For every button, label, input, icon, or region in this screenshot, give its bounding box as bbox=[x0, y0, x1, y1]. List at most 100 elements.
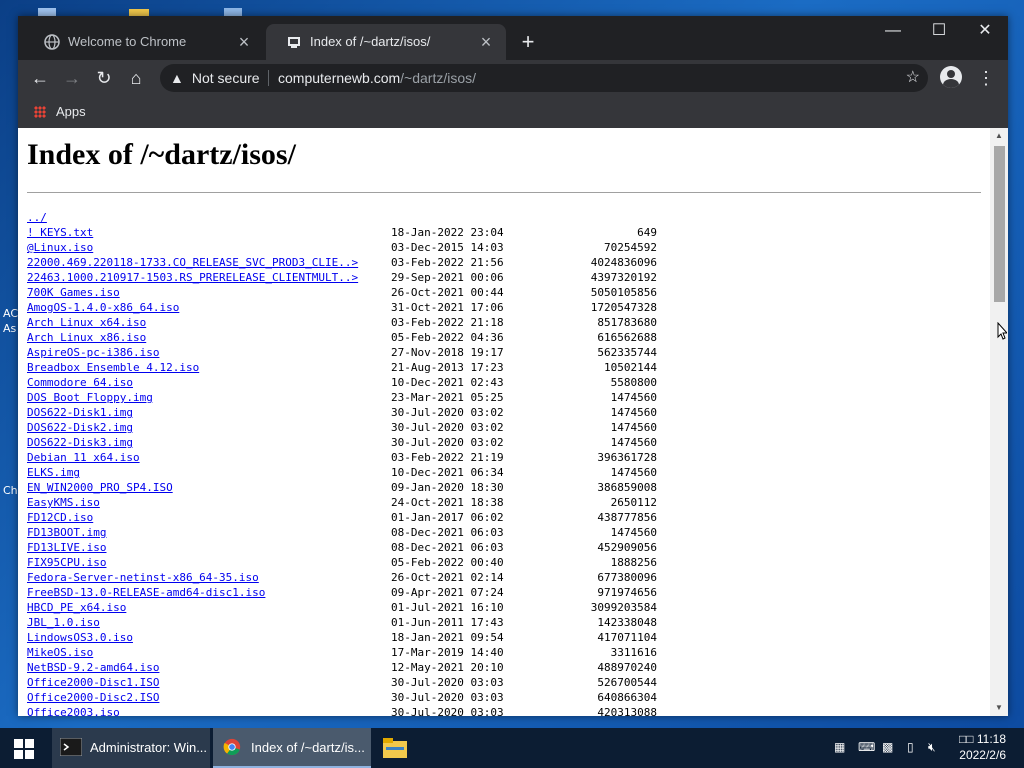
home-button[interactable]: ⌂ bbox=[122, 64, 150, 92]
maximize-button[interactable]: ☐ bbox=[916, 16, 962, 46]
scroll-down-arrow-icon[interactable]: ▼ bbox=[990, 700, 1008, 716]
file-size: 616562688 bbox=[597, 331, 657, 344]
file-date: 18-Jan-2021 09:54 bbox=[391, 631, 504, 644]
file-link[interactable]: Arch Linux x64.iso bbox=[27, 315, 146, 330]
file-size: 488970240 bbox=[597, 661, 657, 674]
url-text[interactable]: computernewb.com/~dartz/isos/ bbox=[278, 64, 476, 92]
file-link[interactable]: 700K Games.iso bbox=[27, 285, 120, 300]
file-link[interactable]: NetBSD-9.2-amd64.iso bbox=[27, 660, 159, 675]
file-date: 05-Feb-2022 00:40 bbox=[391, 556, 504, 569]
file-date: 23-Mar-2021 05:25 bbox=[391, 391, 504, 404]
file-link[interactable]: AmogOS-1.4.0-x86_64.iso bbox=[27, 300, 179, 315]
clock-date: 2022/2/6 bbox=[959, 748, 1006, 762]
file-link[interactable]: Debian 11 x64.iso bbox=[27, 450, 140, 465]
file-link[interactable]: Commodore 64.iso bbox=[27, 375, 133, 390]
file-link[interactable]: EasyKMS.iso bbox=[27, 495, 100, 510]
file-date: 30-Jul-2020 03:02 bbox=[391, 421, 504, 434]
keyboard-icon[interactable]: ⌨ bbox=[858, 740, 875, 754]
file-link[interactable]: FIX95CPU.iso bbox=[27, 555, 106, 570]
apps-grid-icon bbox=[34, 105, 46, 118]
file-size: 5580800 bbox=[610, 376, 657, 389]
file-date: 24-Oct-2021 18:38 bbox=[391, 496, 504, 509]
start-button[interactable] bbox=[0, 728, 48, 768]
file-date: 30-Jul-2020 03:03 bbox=[391, 676, 504, 689]
minimize-button[interactable]: — bbox=[870, 16, 916, 46]
file-link[interactable]: @Linux.iso bbox=[27, 240, 93, 255]
file-date: 08-Dec-2021 06:03 bbox=[391, 526, 504, 539]
file-link[interactable]: Fedora-Server-netinst-x86_64-35.iso bbox=[27, 570, 259, 585]
file-link[interactable]: JBL_1.0.iso bbox=[27, 615, 100, 630]
bookmark-star-icon[interactable]: ☆ bbox=[906, 64, 920, 92]
file-size: 10502144 bbox=[604, 361, 657, 374]
file-link[interactable]: AspireOS-pc-i386.iso bbox=[27, 345, 159, 360]
scroll-up-arrow-icon[interactable]: ▲ bbox=[990, 128, 1008, 144]
file-link[interactable]: LindowsOS3.0.iso bbox=[27, 630, 133, 645]
file-link[interactable]: Office2000-Disc1.ISO bbox=[27, 675, 159, 690]
file-link[interactable]: HBCD_PE_x64.iso bbox=[27, 600, 126, 615]
volume-muted-icon[interactable]: 🔇︎ bbox=[928, 740, 936, 755]
terminal-icon bbox=[60, 738, 82, 756]
file-link[interactable]: FD13LIVE.iso bbox=[27, 540, 106, 555]
close-tab-icon[interactable]: × bbox=[236, 24, 252, 60]
desktop-label-fragment: As bbox=[3, 322, 17, 335]
file-link[interactable]: ! KEYS.txt bbox=[27, 225, 93, 240]
file-date: 09-Jan-2020 18:30 bbox=[391, 481, 504, 494]
usb-icon[interactable]: ▯ bbox=[907, 740, 914, 754]
file-size: 1720547328 bbox=[590, 301, 657, 314]
file-link[interactable]: ELKS.img bbox=[27, 465, 80, 480]
profile-avatar-icon[interactable] bbox=[940, 66, 962, 88]
file-size: 70254592 bbox=[604, 241, 657, 254]
security-indicator[interactable]: ▲ Not secure bbox=[170, 64, 260, 92]
forward-button[interactable]: → bbox=[58, 64, 86, 92]
file-link[interactable]: Office2000-Disc2.ISO bbox=[27, 690, 159, 705]
file-link[interactable]: FreeBSD-13.0-RELEASE-amd64-disc1.iso bbox=[27, 585, 265, 600]
file-link[interactable]: 22463.1000.210917-1503.RS_PRERELEASE_CLI… bbox=[27, 270, 358, 285]
mouse-cursor-icon bbox=[997, 322, 1007, 340]
file-date: 18-Jan-2022 23:04 bbox=[391, 226, 504, 239]
file-date: 30-Jul-2020 03:03 bbox=[391, 706, 504, 716]
tab-welcome[interactable]: Welcome to Chrome × bbox=[24, 24, 264, 60]
reload-button[interactable]: ↻ bbox=[90, 64, 118, 92]
file-link[interactable]: Office2003.iso bbox=[27, 705, 120, 716]
clock-time: □□ 11:18 bbox=[959, 732, 1006, 746]
file-link[interactable]: DOS622-Disk2.img bbox=[27, 420, 133, 435]
security-label: Not secure bbox=[191, 70, 260, 86]
network-icon[interactable]: ▦ bbox=[834, 740, 845, 754]
file-link[interactable]: FD13BOOT.img bbox=[27, 525, 106, 540]
omnibox-separator bbox=[268, 70, 269, 86]
tab-title: Index of /~dartz/isos/ bbox=[310, 34, 431, 49]
file-link[interactable]: 22000.469.220118-1733.CO_RELEASE_SVC_PRO… bbox=[27, 255, 358, 270]
taskbar-item-command-prompt[interactable]: Administrator: Win... bbox=[52, 728, 210, 768]
file-link[interactable]: Breadbox Ensemble 4.12.iso bbox=[27, 360, 199, 375]
site-favicon-icon bbox=[288, 37, 300, 48]
file-explorer-icon[interactable] bbox=[383, 738, 407, 758]
file-date: 10-Dec-2021 02:43 bbox=[391, 376, 504, 389]
file-link[interactable]: MikeOS.iso bbox=[27, 645, 93, 660]
file-date: 01-Jan-2017 06:02 bbox=[391, 511, 504, 524]
scrollbar-thumb[interactable] bbox=[994, 146, 1005, 302]
new-tab-button[interactable]: + bbox=[516, 28, 540, 56]
address-bar[interactable]: ▲ Not secure computernewb.com/~dartz/isos… bbox=[160, 64, 928, 92]
file-link[interactable]: DOS622-Disk1.img bbox=[27, 405, 133, 420]
file-link[interactable]: FD12CD.iso bbox=[27, 510, 93, 525]
taskbar-item-chrome[interactable]: Index of /~dartz/is... bbox=[213, 728, 371, 768]
vertical-scrollbar[interactable]: ▲ ▼ bbox=[990, 128, 1008, 716]
chrome-menu-button[interactable]: ⋮ bbox=[976, 64, 996, 92]
file-link[interactable]: ../ bbox=[27, 210, 47, 225]
back-button[interactable]: ← bbox=[26, 64, 54, 92]
close-tab-icon[interactable]: × bbox=[478, 24, 494, 60]
chrome-window: Welcome to Chrome × Index of /~dartz/iso… bbox=[18, 16, 1008, 716]
file-link[interactable]: DOS622-Disk3.img bbox=[27, 435, 133, 450]
close-window-button[interactable]: ✕ bbox=[962, 16, 1008, 46]
file-link[interactable]: DOS Boot Floppy.img bbox=[27, 390, 153, 405]
file-link[interactable]: EN_WIN2000_PRO_SP4.ISO bbox=[27, 480, 173, 495]
file-date: 05-Feb-2022 04:36 bbox=[391, 331, 504, 344]
apps-shortcut[interactable]: Apps bbox=[34, 96, 86, 128]
desktop-label-fragment: AC bbox=[3, 307, 19, 320]
system-clock[interactable]: □□ 11:18 2022/2/6 bbox=[959, 731, 1006, 763]
file-size: 1474560 bbox=[610, 391, 657, 404]
tab-index-of-isos[interactable]: Index of /~dartz/isos/ × bbox=[266, 24, 506, 60]
file-date: 27-Nov-2018 19:17 bbox=[391, 346, 504, 359]
color-app-icon[interactable]: ▩ bbox=[882, 740, 893, 754]
file-link[interactable]: Arch Linux x86.iso bbox=[27, 330, 146, 345]
